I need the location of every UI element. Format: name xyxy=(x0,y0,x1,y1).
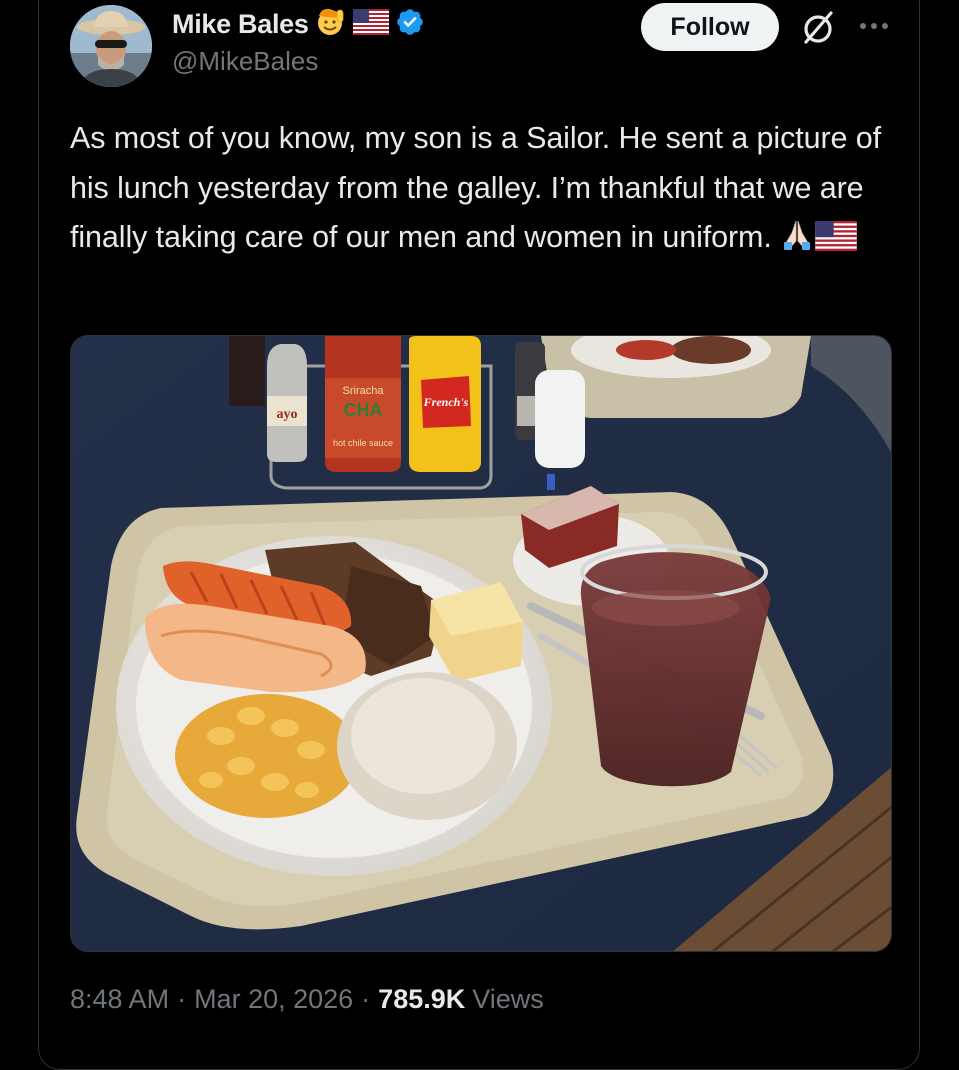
us-flag-icon xyxy=(814,217,858,267)
avatar[interactable] xyxy=(70,5,152,87)
us-flag-icon xyxy=(352,8,389,40)
mustard-label: French's xyxy=(423,395,469,409)
tweet-metadata: 8:48 AM · Mar 20, 2026 · 785.9K Views xyxy=(70,984,544,1015)
sriracha-top-label: Sriracha xyxy=(343,385,385,397)
author-name-row[interactable]: Mike Bales xyxy=(172,6,425,42)
tweet-text: As most of you know, my son is a Sailor.… xyxy=(70,114,890,267)
sriracha-sub-label: hot chile sauce xyxy=(333,438,393,448)
salute-emoji-icon xyxy=(315,6,347,43)
sriracha-main-label: CHA xyxy=(344,400,383,420)
verified-badge-icon[interactable] xyxy=(395,7,425,42)
grok-icon[interactable] xyxy=(798,8,838,48)
views-label: Views xyxy=(472,984,544,1014)
author-display-name[interactable]: Mike Bales xyxy=(172,9,309,40)
author-handle[interactable]: @MikeBales xyxy=(172,46,318,77)
tweet-body: As most of you know, my son is a Sailor.… xyxy=(70,121,881,254)
hot-sauce-label: ayo xyxy=(277,407,298,422)
folded-hands-icon xyxy=(780,217,814,267)
separator-dot: · xyxy=(177,984,187,1014)
tweet-time[interactable]: 8:48 AM xyxy=(70,984,169,1015)
views-count[interactable]: 785.9K xyxy=(378,984,465,1015)
tweet-date[interactable]: Mar 20, 2026 xyxy=(194,984,353,1015)
more-options-icon[interactable] xyxy=(858,14,890,38)
follow-button[interactable]: Follow xyxy=(641,3,779,51)
tweet-photo[interactable]: ayo Sriracha CHA hot chile sauce French'… xyxy=(70,335,892,952)
separator-dot: · xyxy=(361,984,371,1014)
